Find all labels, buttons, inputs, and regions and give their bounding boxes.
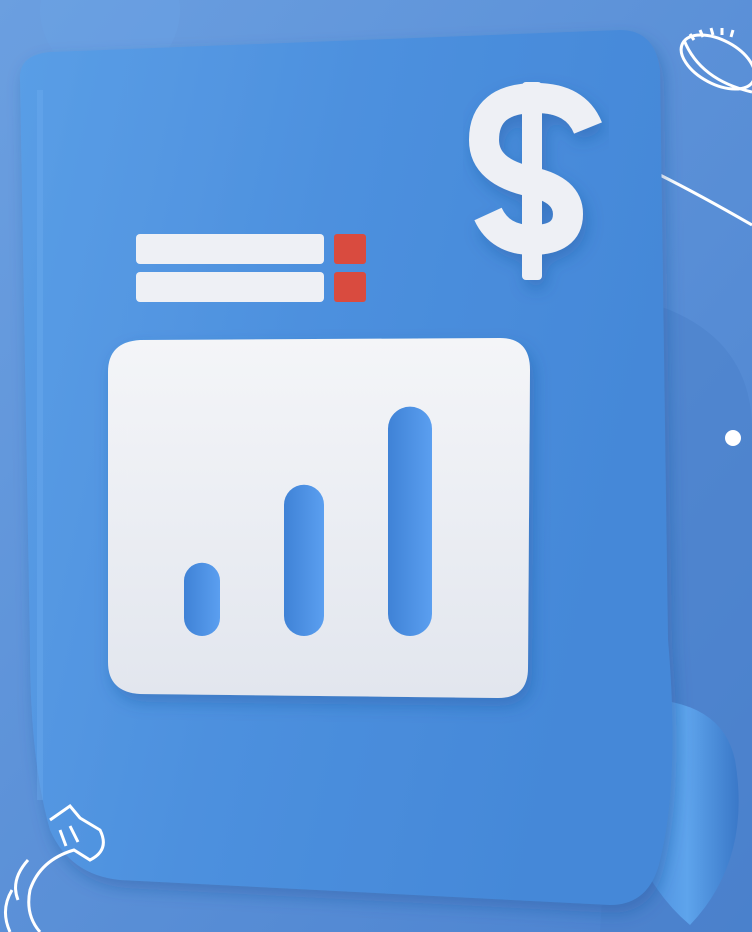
header-line-2 bbox=[136, 272, 324, 302]
red-marker-1 bbox=[334, 234, 366, 264]
illustration-svg bbox=[0, 0, 752, 932]
decorative-dot bbox=[725, 430, 741, 446]
header-line-1 bbox=[136, 234, 324, 264]
bar-chart-icon bbox=[108, 338, 530, 698]
red-marker-2 bbox=[334, 272, 366, 302]
chart-bar-1 bbox=[184, 562, 220, 636]
chart-bar-3 bbox=[388, 406, 432, 636]
chart-bar-2 bbox=[284, 484, 324, 636]
illustration-scene bbox=[0, 0, 752, 932]
